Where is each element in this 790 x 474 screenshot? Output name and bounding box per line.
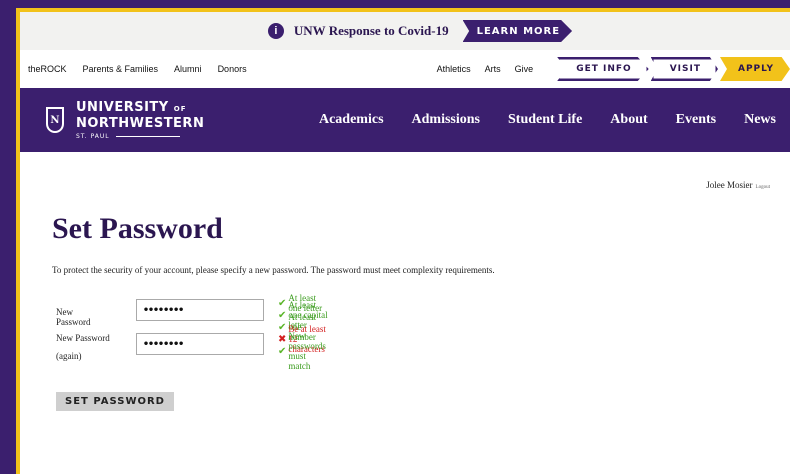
- util-link-give[interactable]: Give: [515, 64, 534, 74]
- nav-academics[interactable]: Academics: [319, 112, 398, 128]
- check-icon: ✔: [278, 345, 287, 357]
- cross-icon: ✖: [278, 333, 287, 345]
- logo-line2: NORTHWESTERN: [76, 116, 205, 131]
- browser-page: i UNW Response to Covid-19 LEARN MORE th…: [16, 8, 790, 474]
- page-title: Set Password: [52, 212, 223, 245]
- set-password-button[interactable]: SET PASSWORD: [56, 392, 174, 411]
- new-password-again-input[interactable]: [136, 333, 264, 355]
- logo-line1: UNIVERSITY: [76, 100, 169, 115]
- utility-nav: theROCK Parents & Families Alumni Donors…: [20, 50, 790, 88]
- again-label-line2: (again): [56, 351, 82, 361]
- rule-text: New passwords must match: [288, 331, 326, 371]
- visit-button[interactable]: VISIT: [650, 57, 718, 81]
- covid-banner: i UNW Response to Covid-19 LEARN MORE: [20, 12, 790, 50]
- new-password-label: New Password: [56, 307, 91, 327]
- get-info-button[interactable]: GET INFO: [557, 57, 649, 81]
- password-rules: ✔ At least one letter ✔ At least one capit…: [278, 293, 330, 371]
- check-icon: ✔: [278, 309, 287, 321]
- nav-admissions[interactable]: Admissions: [398, 112, 494, 128]
- covid-banner-text: UNW Response to Covid-19: [293, 23, 449, 38]
- rule-item: ✔ New passwords must match: [278, 331, 330, 371]
- check-icon: ✔: [278, 297, 287, 309]
- university-logo[interactable]: N UNIVERSITY OF NORTHWESTERN ST. PAUL: [46, 100, 204, 140]
- util-link-arts[interactable]: Arts: [485, 64, 501, 74]
- nav-news[interactable]: News: [730, 112, 790, 128]
- logo-line1-small: OF: [173, 105, 187, 113]
- apply-button[interactable]: APPLY: [719, 57, 790, 81]
- util-link-athletics[interactable]: Athletics: [437, 64, 471, 74]
- user-name: Jolee Mosier: [706, 180, 753, 190]
- shield-icon: N: [46, 107, 64, 133]
- logo-rule: [115, 136, 180, 137]
- again-label-line1: New Password: [56, 333, 110, 343]
- nav-about[interactable]: About: [596, 112, 661, 128]
- nav-events[interactable]: Events: [662, 112, 730, 128]
- intro-text: To protect the security of your account,…: [52, 265, 495, 275]
- check-icon: ✔: [278, 321, 287, 333]
- util-link-parents[interactable]: Parents & Families: [83, 64, 159, 74]
- user-info: Jolee Mosier Logout: [706, 180, 770, 190]
- main-nav: N UNIVERSITY OF NORTHWESTERN ST. PAUL Ac…: [20, 88, 790, 152]
- new-password-again-label: New Password (again): [56, 329, 126, 365]
- util-link-alumni[interactable]: Alumni: [174, 64, 202, 74]
- info-icon: i: [267, 23, 284, 39]
- logo-line3: ST. PAUL: [76, 133, 110, 140]
- nav-student-life[interactable]: Student Life: [494, 112, 596, 128]
- util-link-donors[interactable]: Donors: [218, 64, 247, 74]
- new-password-input[interactable]: [136, 299, 264, 321]
- util-link-therock[interactable]: theROCK: [28, 64, 67, 74]
- learn-more-button[interactable]: LEARN MORE: [462, 20, 573, 42]
- logout-link[interactable]: Logout: [756, 185, 770, 190]
